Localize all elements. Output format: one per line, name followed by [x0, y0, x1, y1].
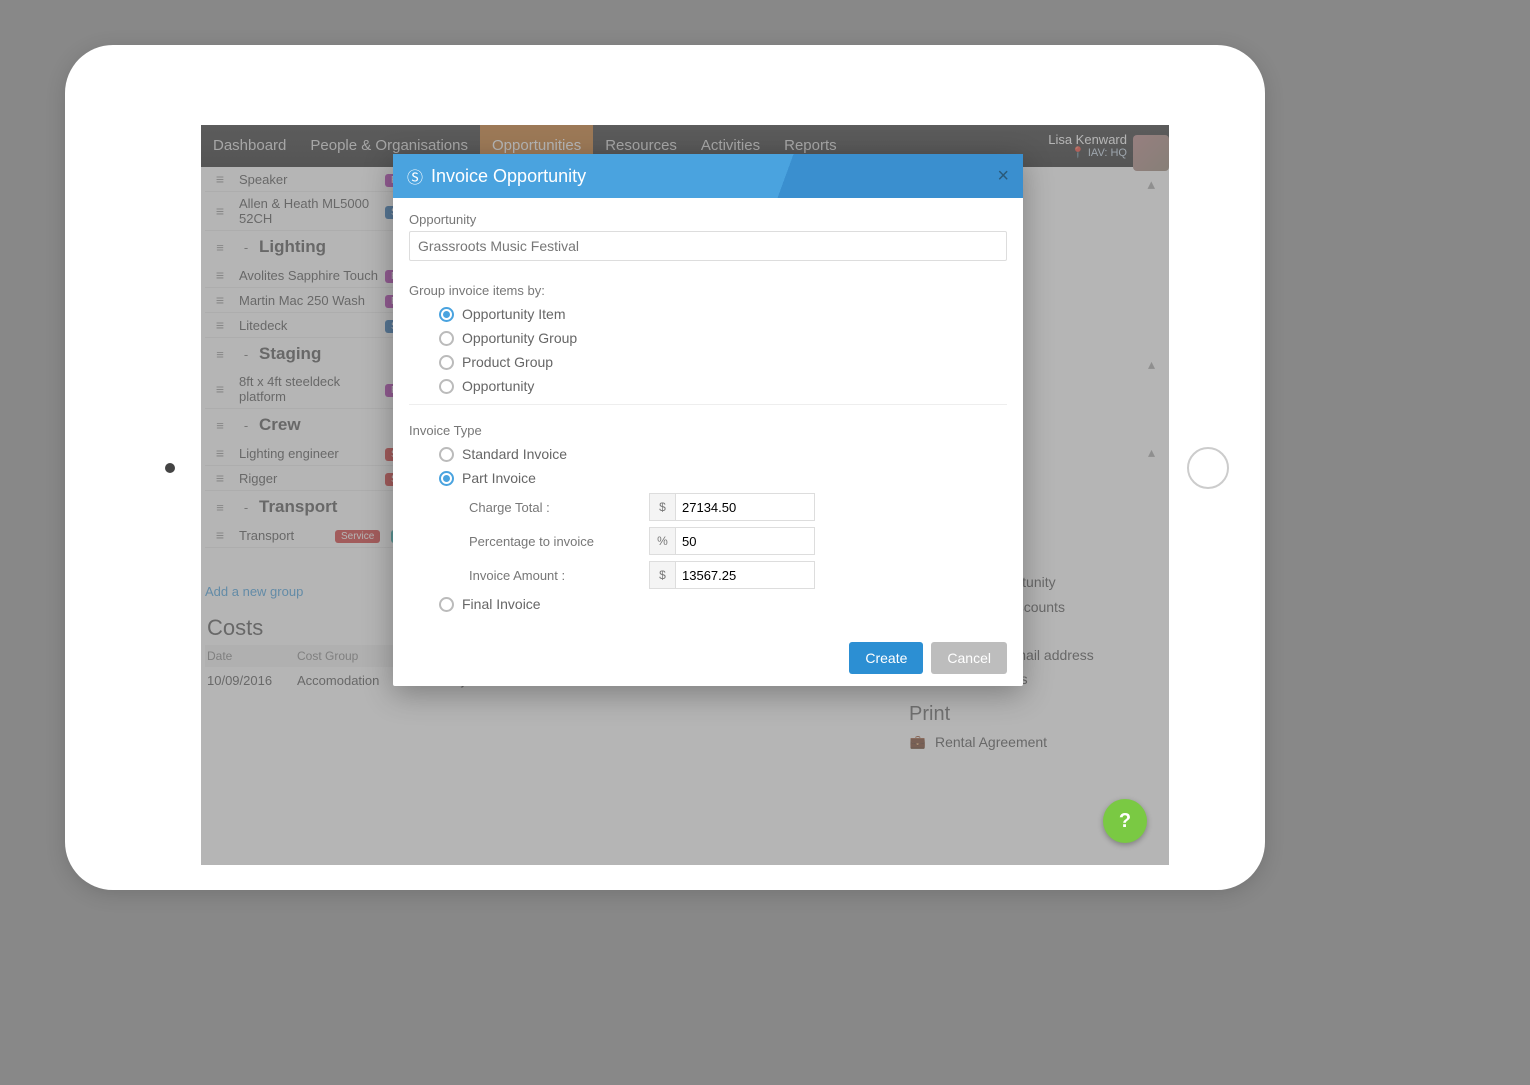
currency-addon: $: [649, 493, 675, 521]
radio-opportunity-group[interactable]: Opportunity Group: [409, 326, 1007, 350]
charge-total-label: Charge Total :: [469, 500, 649, 515]
radio-opportunity-item[interactable]: Opportunity Item: [409, 302, 1007, 326]
help-fab[interactable]: ?: [1103, 799, 1147, 843]
opportunity-input[interactable]: [409, 231, 1007, 261]
charge-total-input[interactable]: [675, 493, 815, 521]
radio-icon: [439, 471, 454, 486]
radio-icon: [439, 307, 454, 322]
modal-title: Invoice Opportunity: [431, 166, 586, 187]
percentage-input[interactable]: [675, 527, 815, 555]
radio-opportunity[interactable]: Opportunity: [409, 374, 1007, 398]
invoice-amount-input[interactable]: [675, 561, 815, 589]
tablet-home-button[interactable]: [1187, 447, 1229, 489]
radio-icon: [439, 379, 454, 394]
radio-icon: [439, 447, 454, 462]
radio-part-invoice[interactable]: Part Invoice: [409, 466, 1007, 490]
radio-product-group[interactable]: Product Group: [409, 350, 1007, 374]
radio-standard-invoice[interactable]: Standard Invoice: [409, 442, 1007, 466]
radio-icon: [439, 331, 454, 346]
tablet-frame: Dashboard People & Organisations Opportu…: [65, 45, 1265, 890]
cancel-button[interactable]: Cancel: [931, 642, 1007, 674]
opportunity-label: Opportunity: [409, 212, 1007, 227]
radio-icon: [439, 597, 454, 612]
currency-icon: Ⓢ: [407, 164, 423, 188]
tablet-camera: [165, 463, 175, 473]
radio-icon: [439, 355, 454, 370]
currency-addon: $: [649, 561, 675, 589]
app-screen: Dashboard People & Organisations Opportu…: [201, 125, 1169, 865]
invoice-opportunity-modal: Ⓢ Invoice Opportunity × Opportunity Grou…: [393, 154, 1023, 686]
modal-header: Ⓢ Invoice Opportunity ×: [393, 154, 1023, 198]
invoice-type-label: Invoice Type: [409, 423, 1007, 438]
invoice-amount-label: Invoice Amount :: [469, 568, 649, 583]
create-button[interactable]: Create: [849, 642, 923, 674]
close-icon[interactable]: ×: [997, 165, 1009, 188]
radio-final-invoice[interactable]: Final Invoice: [409, 592, 1007, 616]
group-by-label: Group invoice items by:: [409, 283, 1007, 298]
percentage-label: Percentage to invoice: [469, 534, 649, 549]
percent-addon: %: [649, 527, 675, 555]
